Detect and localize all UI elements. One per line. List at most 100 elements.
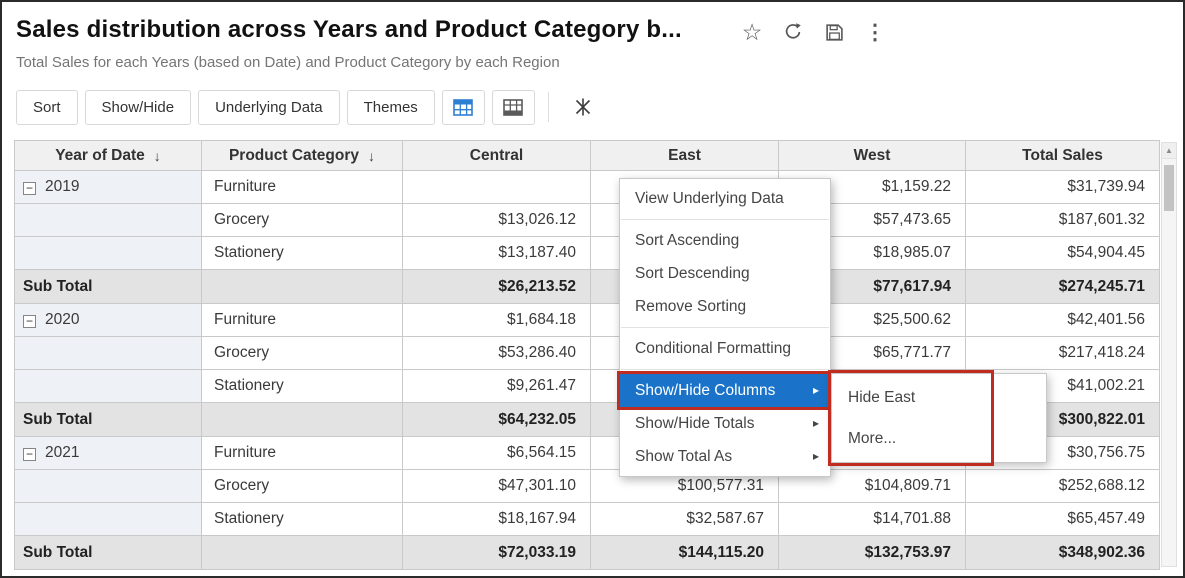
category-cell[interactable]: Grocery (202, 470, 403, 503)
menu-item-remove-sorting[interactable]: Remove Sorting (620, 290, 830, 323)
submenu-item-hide-east[interactable]: Hide East (832, 377, 1046, 418)
category-cell[interactable]: Stationery (202, 237, 403, 270)
toolbar-button-underlying-data[interactable]: Underlying Data (198, 90, 340, 125)
value-cell-central[interactable]: $53,286.40 (403, 337, 591, 370)
scroll-up-icon[interactable]: ▲ (1162, 143, 1176, 159)
analytics-app-window: Sales distribution across Years and Prod… (0, 0, 1185, 578)
menu-separator (621, 219, 829, 220)
value-cell-east[interactable]: $32,587.67 (591, 503, 779, 536)
year-cell[interactable] (15, 237, 202, 270)
favorite-star-icon[interactable]: ☆ (740, 20, 764, 44)
column-header-west[interactable]: West (779, 141, 966, 171)
year-label: Sub Total (23, 411, 92, 428)
pivot-grid-icon (453, 99, 473, 116)
collapse-toggle-icon[interactable]: − (23, 448, 36, 461)
context-submenu: Hide EastMore... (831, 373, 1047, 463)
menu-item-show-total-as[interactable]: Show Total As▸ (620, 440, 830, 473)
year-cell[interactable]: −2020 (15, 304, 202, 337)
value-cell-central[interactable]: $13,026.12 (403, 204, 591, 237)
value-cell-central[interactable]: $26,213.52 (403, 270, 591, 304)
value-cell-total-sales[interactable]: $31,739.94 (966, 171, 1160, 204)
year-cell[interactable] (15, 204, 202, 237)
year-cell[interactable] (15, 470, 202, 503)
toolbar-button-sort[interactable]: Sort (16, 90, 78, 125)
sort-descending-icon[interactable]: ↓ (368, 148, 375, 164)
value-cell-west[interactable]: $14,701.88 (779, 503, 966, 536)
category-cell[interactable]: Grocery (202, 337, 403, 370)
category-cell[interactable] (202, 403, 403, 437)
header-row: Year of Date↓ Product Category ↓ Central Eas… (15, 141, 1160, 171)
value-cell-total-sales[interactable]: $348,902.36 (966, 536, 1160, 570)
column-header-label: East (668, 147, 701, 165)
menu-item-label: Remove Sorting (635, 298, 746, 315)
year-cell[interactable]: −2021 (15, 437, 202, 470)
subtotal-row: Sub Total $72,033.19$144,115.20$132,753.9… (15, 536, 1160, 570)
toolbar-button-themes[interactable]: Themes (347, 90, 435, 125)
year-label: 2020 (45, 311, 79, 328)
value-cell-central[interactable]: $64,232.05 (403, 403, 591, 437)
value-cell-central[interactable]: $47,301.10 (403, 470, 591, 503)
category-cell[interactable]: Furniture (202, 171, 403, 204)
year-cell[interactable] (15, 370, 202, 403)
submenu-item-more[interactable]: More... (832, 418, 1046, 459)
menu-item-sort-descending[interactable]: Sort Descending (620, 257, 830, 290)
more-options-kebab-icon[interactable]: ⋮ (863, 20, 887, 44)
column-header-label: Product Category (229, 147, 359, 165)
collapse-all-button[interactable] (562, 90, 605, 125)
menu-item-show-hide-columns[interactable]: Show/Hide Columns▸ (620, 374, 830, 407)
column-header-year-of-date[interactable]: Year of Date↓ (15, 141, 202, 171)
value-cell-central[interactable] (403, 171, 591, 204)
year-cell[interactable]: Sub Total (15, 403, 202, 437)
value-cell-total-sales[interactable]: $217,418.24 (966, 337, 1160, 370)
sort-descending-icon[interactable]: ↓ (154, 148, 161, 164)
pivot-view-button[interactable] (442, 90, 485, 125)
value-cell-central[interactable]: $1,684.18 (403, 304, 591, 337)
value-cell-total-sales[interactable]: $187,601.32 (966, 204, 1160, 237)
column-header-east[interactable]: East (591, 141, 779, 171)
value-cell-central[interactable]: $18,167.94 (403, 503, 591, 536)
table-row: Stationery$13,187.40$18,985.07$54,904.45 (15, 237, 1160, 270)
year-label: Sub Total (23, 278, 92, 295)
save-icon[interactable] (822, 20, 846, 44)
category-cell[interactable] (202, 536, 403, 570)
collapse-toggle-icon[interactable]: − (23, 182, 36, 195)
collapse-all-icon (573, 97, 593, 117)
collapse-toggle-icon[interactable]: − (23, 315, 36, 328)
value-cell-total-sales[interactable]: $65,457.49 (966, 503, 1160, 536)
value-cell-west[interactable]: $132,753.97 (779, 536, 966, 570)
scrollbar-thumb[interactable] (1164, 165, 1174, 211)
category-cell[interactable] (202, 270, 403, 304)
year-cell[interactable]: Sub Total (15, 270, 202, 304)
year-cell[interactable]: −2019 (15, 171, 202, 204)
category-cell[interactable]: Furniture (202, 437, 403, 470)
category-cell[interactable]: Stationery (202, 370, 403, 403)
category-cell[interactable]: Grocery (202, 204, 403, 237)
menu-item-conditional-formatting[interactable]: Conditional Formatting (620, 332, 830, 365)
value-cell-central[interactable]: $72,033.19 (403, 536, 591, 570)
value-cell-total-sales[interactable]: $54,904.45 (966, 237, 1160, 270)
year-cell[interactable]: Sub Total (15, 536, 202, 570)
value-cell-east[interactable]: $144,115.20 (591, 536, 779, 570)
column-header-product-category[interactable]: Product Category ↓ (202, 141, 403, 171)
value-cell-total-sales[interactable]: $252,688.12 (966, 470, 1160, 503)
value-cell-central[interactable]: $9,261.47 (403, 370, 591, 403)
refresh-icon[interactable] (781, 20, 805, 44)
year-cell[interactable] (15, 503, 202, 536)
category-cell[interactable]: Furniture (202, 304, 403, 337)
category-cell[interactable]: Stationery (202, 503, 403, 536)
value-cell-central[interactable]: $13,187.40 (403, 237, 591, 270)
value-cell-total-sales[interactable]: $42,401.56 (966, 304, 1160, 337)
year-cell[interactable] (15, 337, 202, 370)
toolbar-button-show-hide[interactable]: Show/Hide (85, 90, 192, 125)
pivot-table: Year of Date↓ Product Category ↓ Central Eas… (14, 140, 1160, 570)
summary-view-button[interactable] (492, 90, 535, 125)
menu-item-sort-ascending[interactable]: Sort Ascending (620, 224, 830, 257)
table-row: −2019Furniture$1,159.22$31,739.94 (15, 171, 1160, 204)
column-header-central[interactable]: Central (403, 141, 591, 171)
vertical-scrollbar[interactable]: ▲ (1161, 142, 1177, 567)
column-header-total-sales[interactable]: Total Sales (966, 141, 1160, 171)
menu-item-view-underlying-data[interactable]: View Underlying Data (620, 182, 830, 215)
value-cell-central[interactable]: $6,564.15 (403, 437, 591, 470)
value-cell-total-sales[interactable]: $274,245.71 (966, 270, 1160, 304)
menu-item-show-hide-totals[interactable]: Show/Hide Totals▸ (620, 407, 830, 440)
